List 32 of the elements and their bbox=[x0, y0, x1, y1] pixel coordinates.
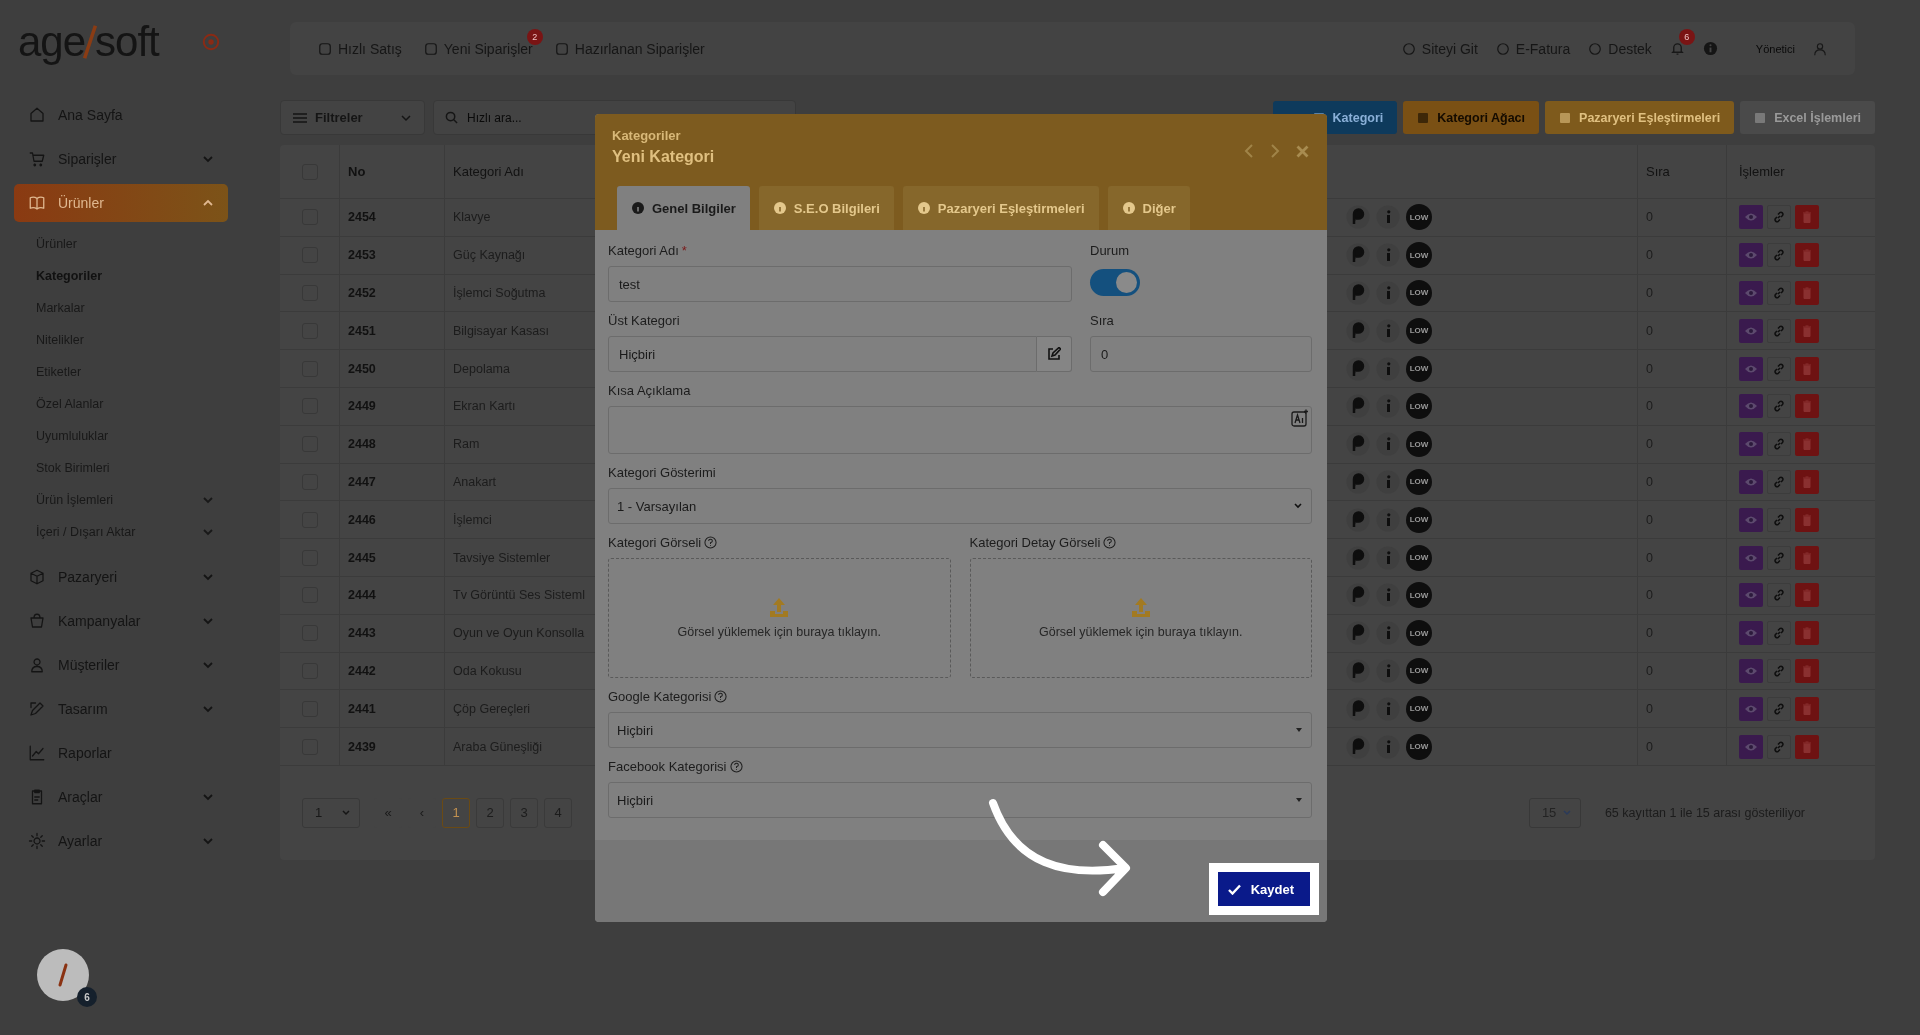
stock-badge: LOW bbox=[1406, 695, 1432, 722]
stock-badge: LOW bbox=[1406, 620, 1432, 647]
stock-badge: LOW bbox=[1406, 506, 1432, 533]
count-badge: 6 bbox=[1678, 29, 1695, 45]
field-label: Durum bbox=[1090, 242, 1130, 259]
stock-badge: LOW bbox=[1406, 582, 1432, 609]
field-label: Facebook Kategorisi bbox=[608, 759, 727, 774]
stock-badge: LOW bbox=[1406, 657, 1432, 684]
stock-badge: LOW bbox=[1406, 393, 1432, 420]
dialog-section: Kategoriler bbox=[612, 128, 681, 143]
field-label: Kategori Gösterimi bbox=[608, 464, 717, 481]
field-label: Kategori Detay Görseli bbox=[969, 535, 1101, 550]
stock-badge: LOW bbox=[1406, 355, 1432, 382]
field-label: Kısa Açıklama bbox=[608, 382, 692, 399]
stock-badge: LOW bbox=[1406, 317, 1432, 344]
field-label: Üst Kategori bbox=[608, 312, 681, 329]
stock-badge: LOW bbox=[1406, 468, 1432, 495]
stock-badge: LOW bbox=[1406, 733, 1432, 760]
upload-hint: Görsel yüklemek için buraya tıklayın. bbox=[677, 625, 882, 639]
stock-badge: LOW bbox=[1406, 280, 1432, 306]
count-badge: 2 bbox=[526, 28, 543, 45]
stock-badge: LOW bbox=[1406, 544, 1432, 571]
field-label: Sıra bbox=[1090, 312, 1115, 329]
stock-badge: LOW bbox=[1406, 242, 1432, 269]
stock-badge: LOW bbox=[1406, 431, 1432, 458]
dialog-title: Yeni Kategori bbox=[612, 148, 715, 166]
field-label: Kategori Görseli bbox=[608, 535, 702, 550]
field-label: Kategori Adı * bbox=[608, 242, 688, 259]
count-badge: 6 bbox=[77, 987, 97, 1007]
field-label: Google Kategorisi bbox=[608, 689, 712, 704]
stock-badge: LOW bbox=[1406, 204, 1432, 231]
upload-hint: Görsel yüklemek için buraya tıklayın. bbox=[1038, 625, 1243, 639]
